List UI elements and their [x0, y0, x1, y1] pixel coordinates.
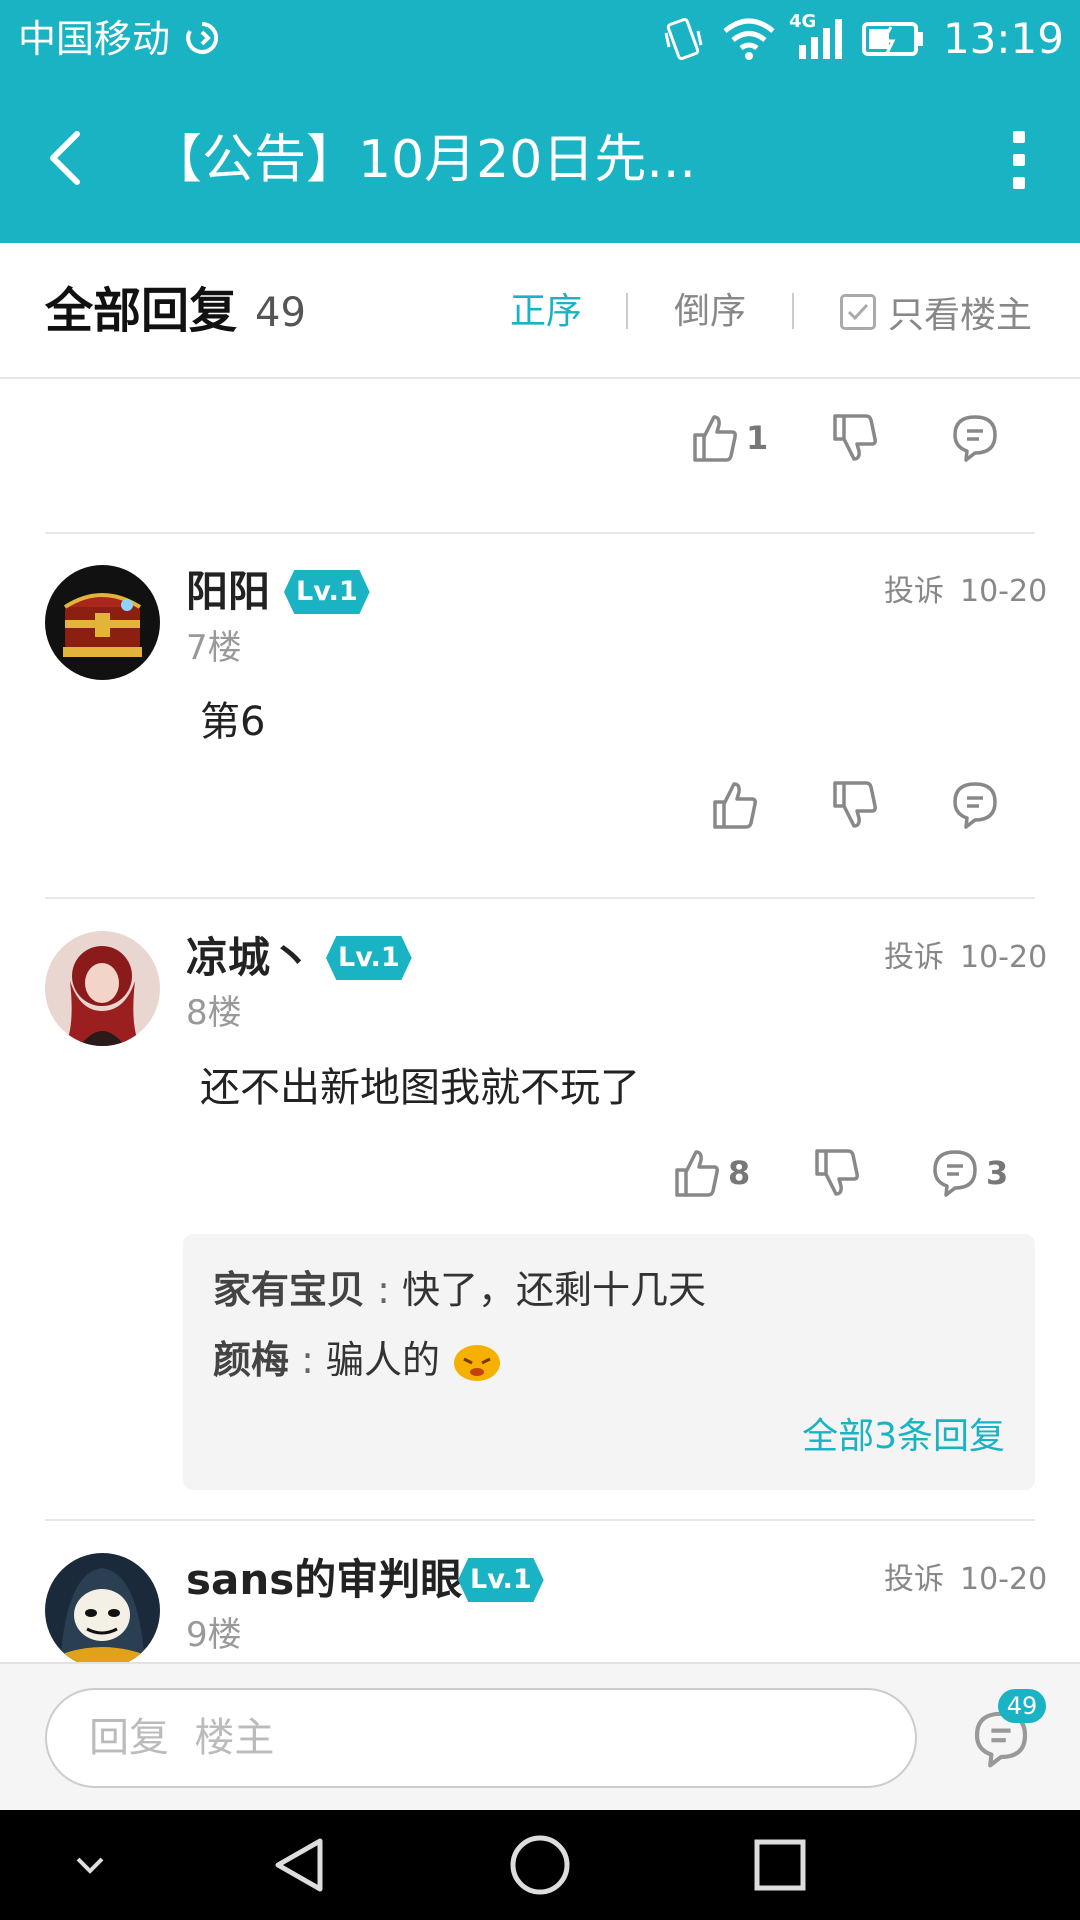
divider	[626, 293, 628, 329]
username[interactable]: 阳阳	[186, 562, 270, 622]
all-replies-title: 全部回复	[45, 283, 238, 339]
red-hair-character-icon	[45, 931, 160, 1046]
sync-icon	[186, 21, 219, 54]
post-date: 10-20	[960, 1562, 1048, 1597]
speech-bubble-icon	[933, 1150, 977, 1197]
level-badge: Lv.1	[284, 570, 370, 614]
avatar[interactable]	[45, 565, 160, 680]
system-nav-bar	[0, 1810, 1080, 1920]
back-button[interactable]	[30, 118, 100, 198]
checkbox-icon	[840, 294, 876, 330]
clock: 13:19	[942, 14, 1064, 63]
like-button[interactable]	[712, 780, 758, 830]
dislike-button[interactable]	[832, 780, 878, 830]
status-bar: 中国移动 4G 13:19	[0, 0, 1080, 78]
comment-text: 第6	[200, 699, 266, 745]
separator	[45, 532, 1035, 534]
comment-button[interactable]	[952, 413, 998, 463]
comment-count-badge: 49	[998, 1689, 1046, 1723]
comment-text: 还不出新地图我就不玩了	[200, 1065, 640, 1111]
battery-icon	[861, 19, 925, 59]
divider	[792, 293, 794, 329]
reply-count: 49	[255, 290, 306, 336]
sort-descending-tab[interactable]: 倒序	[674, 287, 746, 337]
thumbs-up-icon	[693, 415, 737, 462]
separator	[45, 1519, 1035, 1521]
more-dot-icon	[1013, 154, 1025, 166]
level-badge: Lv.1	[458, 1558, 544, 1602]
circle-home-icon	[510, 1835, 570, 1895]
skull-character-icon	[45, 1553, 160, 1668]
separator	[45, 897, 1035, 899]
reply-preview-box[interactable]: 家有宝贝 : 快了，还剩十几天 颜梅 : 骗人的 全部3条回复	[183, 1234, 1035, 1490]
post-date: 10-20	[960, 574, 1048, 609]
sort-ascending-tab[interactable]: 正序	[510, 287, 582, 337]
level-badge: Lv.1	[326, 936, 412, 980]
more-options-button[interactable]	[994, 120, 1044, 200]
reply-text: 快了，还剩十几天	[401, 1268, 706, 1312]
recents-button[interactable]	[740, 1830, 820, 1900]
speech-bubble-icon	[953, 782, 997, 829]
more-dot-icon	[1013, 177, 1025, 189]
triangle-back-icon	[275, 1838, 323, 1892]
thumbs-down-icon	[833, 781, 877, 828]
floor-number: 9楼	[186, 1615, 242, 1655]
dislike-button[interactable]	[814, 1148, 860, 1198]
like-button[interactable]: 8	[674, 1148, 750, 1198]
back-nav-button[interactable]	[260, 1830, 340, 1900]
carrier-label: 中国移动	[18, 14, 222, 64]
comment-button[interactable]	[952, 780, 998, 830]
reply-author[interactable]: 家有宝贝	[213, 1268, 365, 1312]
reply-text: 骗人的	[325, 1338, 440, 1382]
home-button[interactable]	[500, 1830, 580, 1900]
thumbs-up-icon	[713, 782, 757, 829]
reply-item: 颜梅 : 骗人的	[213, 1334, 502, 1386]
thumbs-down-icon	[833, 414, 877, 461]
vibrate-icon	[663, 17, 703, 61]
avatar[interactable]	[45, 931, 160, 1046]
wifi-icon	[721, 17, 777, 61]
square-recents-icon	[754, 1839, 806, 1891]
dislike-button[interactable]	[832, 413, 878, 463]
reply-filter-bar: 全部回复 49 正序 倒序 只看楼主	[0, 243, 1080, 379]
reply-bar: 49	[0, 1662, 1080, 1810]
speech-bubble-icon	[953, 415, 997, 462]
floor-number: 8楼	[186, 993, 242, 1033]
app-bar: 【公告】10月20日先...	[0, 78, 1080, 243]
reply-author[interactable]: 颜梅	[213, 1338, 289, 1382]
comment-button[interactable]: 3	[932, 1148, 1008, 1198]
only-op-toggle[interactable]: 只看楼主	[840, 287, 1032, 337]
back-arrow-icon	[50, 131, 80, 185]
chevron-down-icon	[76, 1857, 104, 1874]
hide-keyboard-button[interactable]	[50, 1830, 130, 1900]
username[interactable]: 凉城丶	[186, 928, 312, 988]
reply-item: 家有宝贝 : 快了，还剩十几天	[213, 1268, 706, 1312]
like-button[interactable]: 1	[692, 413, 768, 463]
more-dot-icon	[1013, 131, 1025, 143]
thumbs-down-icon	[815, 1149, 859, 1196]
floor-number: 7楼	[186, 628, 242, 668]
username[interactable]: sans的审判眼	[186, 1550, 462, 1610]
page-title: 【公告】10月20日先...	[150, 130, 696, 190]
signal-icon: 4G	[789, 11, 843, 61]
thumbs-up-icon	[675, 1150, 719, 1197]
avatar[interactable]	[45, 1553, 160, 1668]
post-date: 10-20	[960, 940, 1048, 975]
all-replies-link[interactable]: 全部3条回复	[802, 1412, 1005, 1462]
report-link[interactable]: 投诉	[884, 570, 944, 614]
reply-input[interactable]	[45, 1688, 917, 1788]
report-link[interactable]: 投诉	[884, 936, 944, 980]
report-link[interactable]: 投诉	[884, 1558, 944, 1602]
treasure-chest-icon	[45, 565, 160, 680]
sad-emoji-icon	[454, 1345, 501, 1381]
